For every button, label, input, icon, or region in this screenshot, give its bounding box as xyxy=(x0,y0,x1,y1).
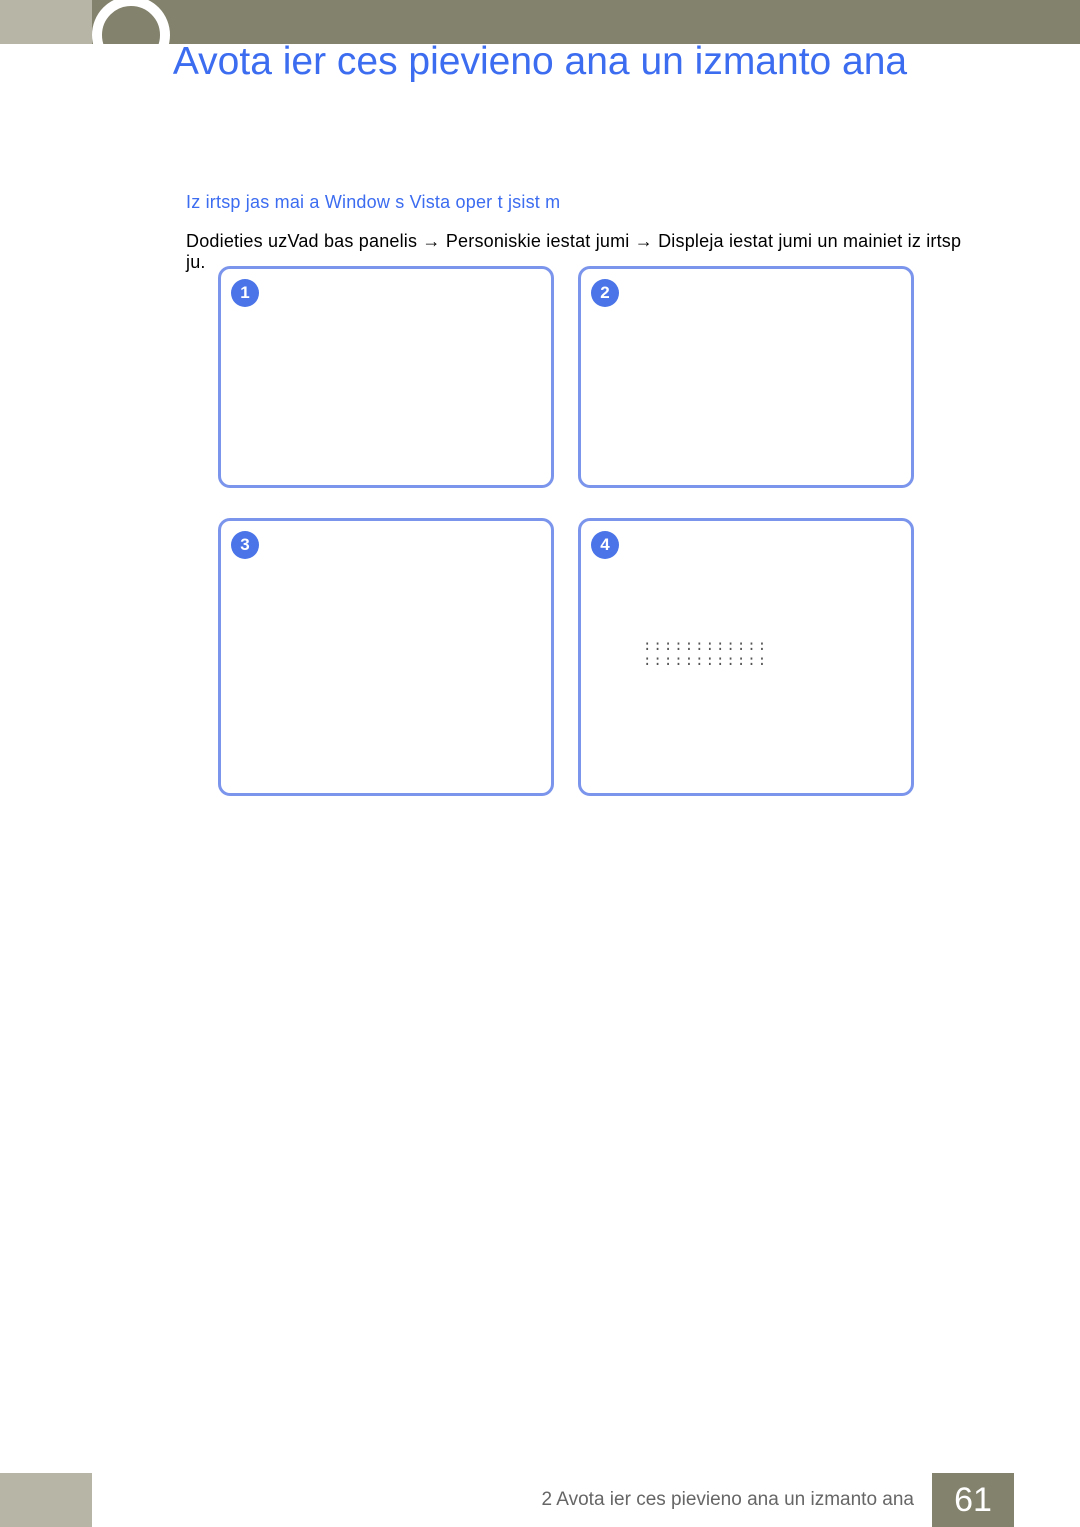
step-card-1: 1 xyxy=(218,266,554,488)
step-card-2: 2 xyxy=(578,266,914,488)
footer-left-block xyxy=(0,1473,92,1527)
content-block: Iz irtsp jas mai a Window s Vista oper t… xyxy=(186,192,966,273)
arrow-icon: → xyxy=(422,231,440,251)
arrow-icon: → xyxy=(635,231,653,251)
step-card-3: 3 xyxy=(218,518,554,796)
section-subheading: Iz irtsp jas mai a Window s Vista oper t… xyxy=(186,192,966,213)
step-number-badge: 3 xyxy=(231,531,259,559)
page-title: Avota ier ces pievieno ana un izmanto an… xyxy=(0,40,1080,84)
path-part-a: Dodieties uzVad bas panelis xyxy=(186,231,422,251)
step-number-badge: 1 xyxy=(231,279,259,307)
page-number: 61 xyxy=(932,1473,1014,1527)
footer-chapter-text: 2 Avota ier ces pievieno ana un izmanto … xyxy=(92,1473,932,1527)
header-left-block xyxy=(0,0,92,44)
path-part-b: Personiskie iestat jumi xyxy=(446,231,635,251)
drag-dots-icon: :::::::::::: :::::::::::: xyxy=(643,639,768,670)
screenshot-grid: 1 2 3 4 :::::::::::: :::::::::::: xyxy=(218,266,914,796)
step-number-badge: 2 xyxy=(591,279,619,307)
step-number-badge: 4 xyxy=(591,531,619,559)
step-card-4: 4 :::::::::::: :::::::::::: xyxy=(578,518,914,796)
page-footer: 2 Avota ier ces pievieno ana un izmanto … xyxy=(0,1473,1080,1527)
